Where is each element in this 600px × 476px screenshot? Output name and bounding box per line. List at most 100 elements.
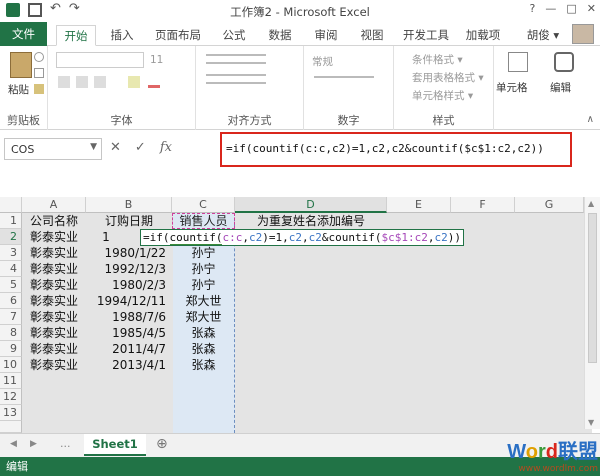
font-size-select[interactable]: 11 [150, 54, 163, 66]
column-header-b[interactable]: B [86, 197, 172, 213]
cell-company[interactable]: 彰泰实业 [22, 245, 86, 261]
cell-person[interactable]: 张森 [172, 325, 235, 341]
row-header[interactable]: 3 [0, 245, 22, 261]
cell-date[interactable]: 1980/1/22 [86, 245, 166, 261]
editing-button[interactable]: 编辑 [550, 80, 571, 95]
prev-sheet-icon[interactable]: ◀ [10, 439, 17, 449]
row-header[interactable]: 9 [0, 341, 22, 357]
cell-date[interactable]: 1994/12/11 [86, 293, 166, 309]
avatar[interactable] [572, 24, 594, 44]
cell-date[interactable]: 2013/4/1 [86, 357, 166, 373]
name-box[interactable]: COS ▼ [4, 138, 102, 160]
row-header[interactable]: 2 [0, 229, 22, 245]
insert-function-button[interactable]: fx [160, 140, 172, 155]
tab-addins[interactable]: 加载项 [460, 25, 506, 46]
tab-review[interactable]: 审阅 [308, 25, 344, 46]
row-header[interactable]: 1 [0, 213, 22, 229]
format-as-table-button[interactable]: 套用表格格式 ▾ [412, 70, 484, 85]
cell-a1[interactable]: 公司名称 [22, 213, 86, 229]
cell-person[interactable]: 郑大世 [172, 293, 235, 309]
add-sheet-icon[interactable]: ⊕ [156, 436, 168, 452]
tab-developer[interactable]: 开发工具 [398, 25, 454, 46]
percent-icon[interactable] [314, 76, 374, 86]
cell-d1[interactable]: 为重复姓名添加编号 [235, 213, 387, 229]
column-header-a[interactable]: A [22, 197, 86, 213]
row-header[interactable]: 6 [0, 293, 22, 309]
tab-page-layout[interactable]: 页面布局 [150, 25, 206, 46]
paste-icon[interactable] [10, 52, 32, 78]
copy-icon[interactable] [34, 68, 44, 78]
cut-icon[interactable] [34, 52, 44, 62]
cell-date[interactable]: 1985/4/5 [86, 325, 166, 341]
row-header-partial[interactable] [0, 421, 22, 433]
format-painter-icon[interactable] [34, 84, 44, 94]
cell-person[interactable]: 孙宁 [172, 261, 235, 277]
cell-d2-editor[interactable]: =if(countif(c:c,c2)=1,c2,c2&countif($c$1… [140, 229, 464, 246]
column-header-c[interactable]: C [172, 197, 235, 213]
column-header-e[interactable]: E [387, 197, 451, 213]
cell-date[interactable]: 1988/7/6 [86, 309, 166, 325]
column-header-f[interactable]: F [451, 197, 515, 213]
cell-date[interactable]: 1 [86, 229, 126, 245]
fill-color-icon[interactable] [128, 76, 140, 88]
ribbon-collapse-icon[interactable]: ∧ [587, 114, 594, 125]
row-header[interactable]: 5 [0, 277, 22, 293]
italic-icon[interactable] [76, 76, 88, 88]
cell-company[interactable]: 彰泰实业 [22, 277, 86, 293]
row-header[interactable]: 4 [0, 261, 22, 277]
minimize-button[interactable]: — [545, 2, 556, 15]
row-header[interactable]: 13 [0, 405, 22, 421]
scroll-down-icon[interactable]: ▼ [588, 418, 594, 427]
maximize-button[interactable]: □ [566, 2, 576, 15]
row-header[interactable]: 12 [0, 389, 22, 405]
close-button[interactable]: ✕ [587, 2, 596, 15]
font-name-select[interactable] [56, 52, 144, 68]
cancel-button[interactable]: ✕ [110, 140, 121, 155]
cell-date[interactable]: 1980/2/3 [86, 277, 166, 293]
cell-company[interactable]: 彰泰实业 [22, 325, 86, 341]
cell-date[interactable]: 1992/12/3 [86, 261, 166, 277]
number-format-select[interactable]: 常规 [312, 54, 333, 69]
align-center-icon[interactable] [206, 74, 266, 84]
cell-styles-button[interactable]: 单元格样式 ▾ [412, 88, 473, 103]
tab-view[interactable]: 视图 [354, 25, 390, 46]
align-top-icon[interactable] [206, 54, 266, 64]
scroll-up-icon[interactable]: ▲ [588, 199, 594, 208]
cell-person[interactable]: 张森 [172, 341, 235, 357]
column-header-d[interactable]: D [235, 197, 387, 213]
cell-company[interactable]: 彰泰实业 [22, 309, 86, 325]
cell-person[interactable]: 孙宁 [172, 245, 235, 261]
binoculars-icon[interactable] [554, 52, 574, 72]
sheet-tab-sheet1[interactable]: Sheet1 [84, 434, 146, 456]
conditional-format-button[interactable]: 条件格式 ▾ [412, 52, 463, 67]
tab-formulas[interactable]: 公式 [216, 25, 252, 46]
cell-company[interactable]: 彰泰实业 [22, 293, 86, 309]
tab-file[interactable]: 文件 [0, 22, 47, 46]
cell-person[interactable]: 郑大世 [172, 309, 235, 325]
row-header[interactable]: 11 [0, 373, 22, 389]
cell-date[interactable]: 2011/4/7 [86, 341, 166, 357]
chevron-down-icon[interactable]: ▼ [90, 142, 97, 152]
cell-b1[interactable]: 订购日期 [86, 213, 172, 229]
row-header[interactable]: 7 [0, 309, 22, 325]
paste-button[interactable]: 粘贴 [8, 82, 29, 97]
cell-person[interactable]: 张森 [172, 357, 235, 373]
underline-icon[interactable] [94, 76, 106, 88]
font-color-icon[interactable] [148, 76, 160, 88]
cell-company[interactable]: 彰泰实业 [22, 357, 86, 373]
cells-button[interactable]: 单元格 [496, 80, 528, 95]
cell-person[interactable]: 孙宁 [172, 277, 235, 293]
row-header[interactable]: 8 [0, 325, 22, 341]
tab-data[interactable]: 数据 [262, 25, 298, 46]
tab-insert[interactable]: 插入 [104, 25, 140, 46]
cell-company[interactable]: 彰泰实业 [22, 341, 86, 357]
cell-company[interactable]: 彰泰实业 [22, 229, 86, 245]
enter-button[interactable]: ✓ [135, 140, 146, 155]
select-all-corner[interactable] [0, 197, 22, 213]
formula-input[interactable]: =if(countif(c:c,c2)=1,c2,c2&countif($c$1… [220, 132, 572, 167]
user-account[interactable]: 胡俊 ▾ [520, 25, 566, 46]
cells-icon[interactable] [508, 52, 528, 72]
next-sheet-icon[interactable]: ▶ [30, 439, 37, 449]
cell-c1[interactable]: 销售人员 [172, 213, 235, 229]
cell-company[interactable]: 彰泰实业 [22, 261, 86, 277]
